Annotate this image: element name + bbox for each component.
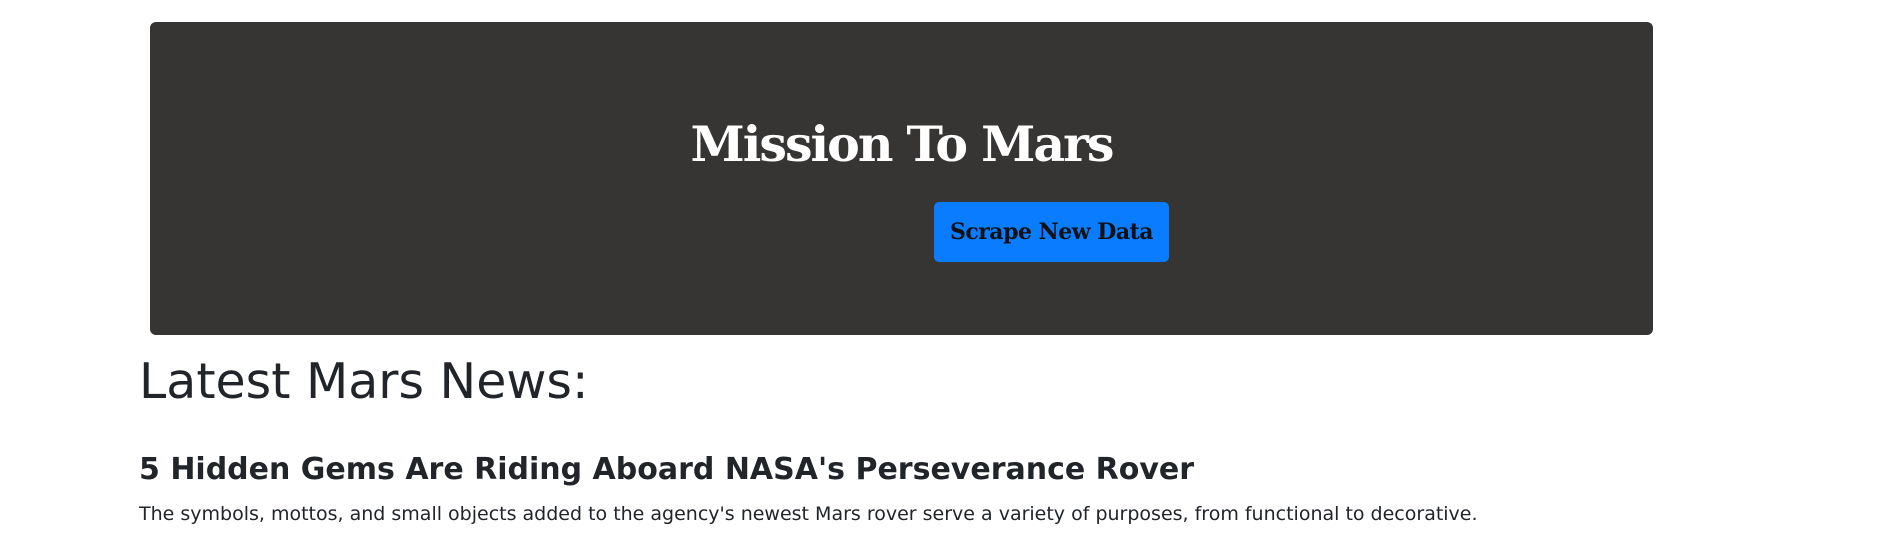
- news-title: 5 Hidden Gems Are Riding Aboard NASA's P…: [139, 452, 1195, 487]
- page-title: Mission To Mars: [690, 115, 1115, 173]
- scrape-new-data-button[interactable]: Scrape New Data: [934, 202, 1169, 262]
- latest-news-heading: Latest Mars News:: [139, 353, 589, 410]
- news-teaser: The symbols, mottos, and small objects a…: [139, 503, 1478, 525]
- jumbotron: Mission To Mars Scrape New Data: [150, 22, 1653, 335]
- page: Mission To Mars Scrape New Data Latest M…: [0, 0, 1887, 557]
